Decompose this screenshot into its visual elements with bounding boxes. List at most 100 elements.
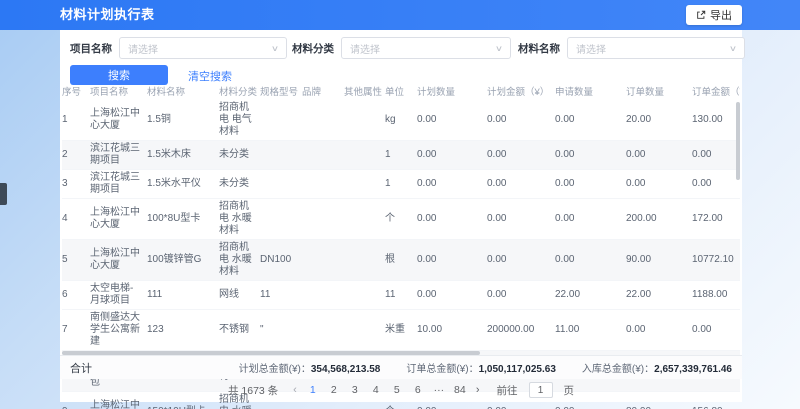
table-cell: 9	[62, 404, 90, 409]
filter-group-material-name: 材料名称 请选择 ∨	[518, 37, 745, 59]
table-cell: 0.00	[555, 176, 626, 192]
table-cell: 0.00	[487, 252, 555, 268]
project-name-select[interactable]: 请选择 ∨	[119, 37, 287, 59]
side-panel-handle[interactable]	[0, 183, 7, 205]
table-cell: 1.5铜	[147, 112, 219, 128]
table-cell: 未分类	[219, 147, 260, 163]
page-button[interactable]: 3	[348, 384, 362, 396]
table-cell: 130.00	[692, 112, 740, 128]
table-cell	[344, 153, 385, 157]
select-placeholder: 请选择	[350, 41, 380, 56]
column-header: 订单数量	[626, 84, 692, 98]
table-cell: 0.00	[487, 176, 555, 192]
goto-page-input[interactable]	[529, 382, 553, 398]
column-header: 序号	[62, 84, 90, 98]
table-cell: 上海松江中心大厦	[90, 246, 147, 274]
table-row: 6太空电梯-月球项目111网线11110.000.0022.0022.00118…	[62, 281, 740, 310]
table-cell	[302, 217, 344, 221]
table-cell: 150*10U型卡	[147, 404, 219, 409]
table-cell: 0.00	[626, 322, 692, 338]
table-cell: 0.00	[417, 211, 487, 227]
table-cell: 3	[62, 176, 90, 192]
page-button[interactable]: 4	[369, 384, 383, 396]
column-header: 材料名称	[147, 84, 219, 98]
page-button[interactable]: 5	[390, 384, 404, 396]
table-row: 5上海松江中心大厦100镀锌管G招商机电 水暖材料DN100根0.000.000…	[62, 240, 740, 281]
page-button[interactable]: 6	[411, 384, 425, 396]
prev-page-icon[interactable]: ‹	[291, 384, 299, 396]
table-cell: 200.00	[626, 211, 692, 227]
table-cell: 滨江花城三期项目	[90, 170, 147, 198]
table-cell: 4	[62, 211, 90, 227]
table-cell: 招商机电 水暖材料	[219, 199, 260, 239]
table-cell: 2	[62, 147, 90, 163]
table-cell: 5	[62, 252, 90, 268]
pagination: 共 1673 条 ‹ 123456···84 › 前往 页	[60, 379, 742, 401]
summary-total: 订单总金额(¥)：1,050,117,025.63	[406, 360, 556, 375]
table-cell: 11	[260, 287, 302, 303]
table-cell: 太空电梯-月球项目	[90, 281, 147, 309]
vertical-scrollbar[interactable]	[736, 102, 740, 180]
select-placeholder: 请选择	[128, 41, 158, 56]
material-name-select[interactable]: 请选择 ∨	[567, 37, 745, 59]
table-row: 4上海松江中心大厦100*8U型卡招商机电 水暖材料个0.000.000.002…	[62, 199, 740, 240]
table-cell: 200000.00	[487, 322, 555, 338]
summary-total: 计划总金额(¥)：354,568,213.58	[239, 360, 381, 375]
table-cell: 招商机电 水暖材料	[219, 240, 260, 280]
table-cell: 个	[385, 404, 417, 409]
column-header: 其他属性	[344, 84, 385, 98]
export-button[interactable]: 导出	[686, 5, 742, 25]
table-cell: kg	[385, 112, 417, 128]
table-cell: 0.00	[487, 404, 555, 409]
table-cell	[302, 118, 344, 122]
table-cell	[260, 153, 302, 157]
chevron-down-icon: ∨	[495, 44, 503, 53]
table-cell: 0.00	[417, 147, 487, 163]
page-ellipsis[interactable]: ···	[432, 384, 446, 396]
page-button[interactable]: 1	[306, 384, 320, 396]
column-header: 订单金额（¥）	[692, 84, 740, 98]
table-cell: 不锈钢	[219, 322, 260, 338]
page-button[interactable]: 84	[453, 384, 467, 396]
table-cell: 0.00	[626, 176, 692, 192]
table-cell: 22.00	[626, 287, 692, 303]
table-cell: 1.5米木床	[147, 147, 219, 163]
table-cell: 0.00	[692, 147, 740, 163]
table-cell: 1	[385, 176, 417, 192]
table-cell: 0.00	[487, 287, 555, 303]
filter-group-material-category: 材料分类 请选择 ∨	[292, 37, 511, 59]
table-cell	[260, 217, 302, 221]
table-cell	[344, 258, 385, 262]
table-cell: 上海松江中心大厦	[90, 205, 147, 233]
filter-label-material-category: 材料分类	[292, 41, 334, 56]
table-cell: 0.00	[417, 252, 487, 268]
pagination-total: 共 1673 条	[228, 383, 278, 398]
table-cell: 10772.10	[692, 252, 740, 268]
table-cell: 个	[385, 211, 417, 227]
table-cell: 1.5米水平仪	[147, 176, 219, 192]
table-cell: 0.00	[417, 112, 487, 128]
chevron-down-icon: ∨	[271, 44, 279, 53]
table-cell: 0.00	[555, 147, 626, 163]
table-cell: 0.00	[555, 252, 626, 268]
table-cell: 0.00	[417, 176, 487, 192]
export-icon	[696, 10, 706, 20]
chevron-down-icon: ∨	[729, 44, 737, 53]
next-page-icon[interactable]: ›	[474, 384, 482, 396]
table-cell: 172.00	[692, 211, 740, 227]
table-cell: 11.00	[555, 322, 626, 338]
filter-group-project: 项目名称 请选择 ∨	[70, 37, 287, 59]
table-cell: 0.00	[555, 211, 626, 227]
material-category-select[interactable]: 请选择 ∨	[341, 37, 511, 59]
summary-total-value: 354,568,213.58	[311, 364, 381, 375]
table-cell: 11	[385, 287, 417, 303]
table-cell: 0.00	[555, 404, 626, 409]
table-cell: 7	[62, 322, 90, 338]
goto-suffix: 页	[564, 383, 575, 398]
table-cell: 0.00	[417, 404, 487, 409]
column-header: 计划数量	[417, 84, 487, 98]
page-button[interactable]: 2	[327, 384, 341, 396]
table-cell: 1	[385, 147, 417, 163]
summary-label: 合计	[70, 360, 92, 376]
column-header: 品牌	[302, 84, 344, 98]
